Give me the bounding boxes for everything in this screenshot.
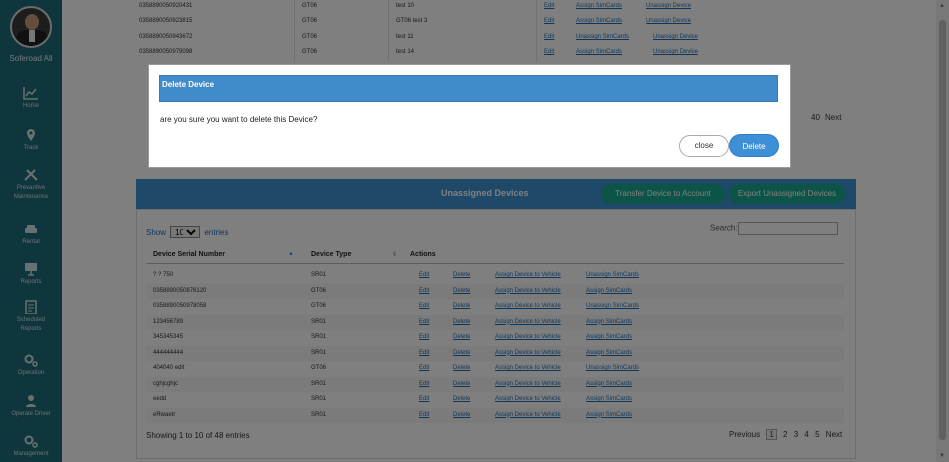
- dialog-message: are you sure you want to delete this Dev…: [160, 115, 318, 124]
- delete-device-dialog: Delete Device are you sure you want to d…: [148, 64, 791, 168]
- close-button[interactable]: close: [679, 135, 729, 157]
- dialog-header: Delete Device: [159, 75, 778, 102]
- dialog-title: Delete Device: [162, 80, 215, 89]
- delete-button[interactable]: Delete: [729, 134, 779, 157]
